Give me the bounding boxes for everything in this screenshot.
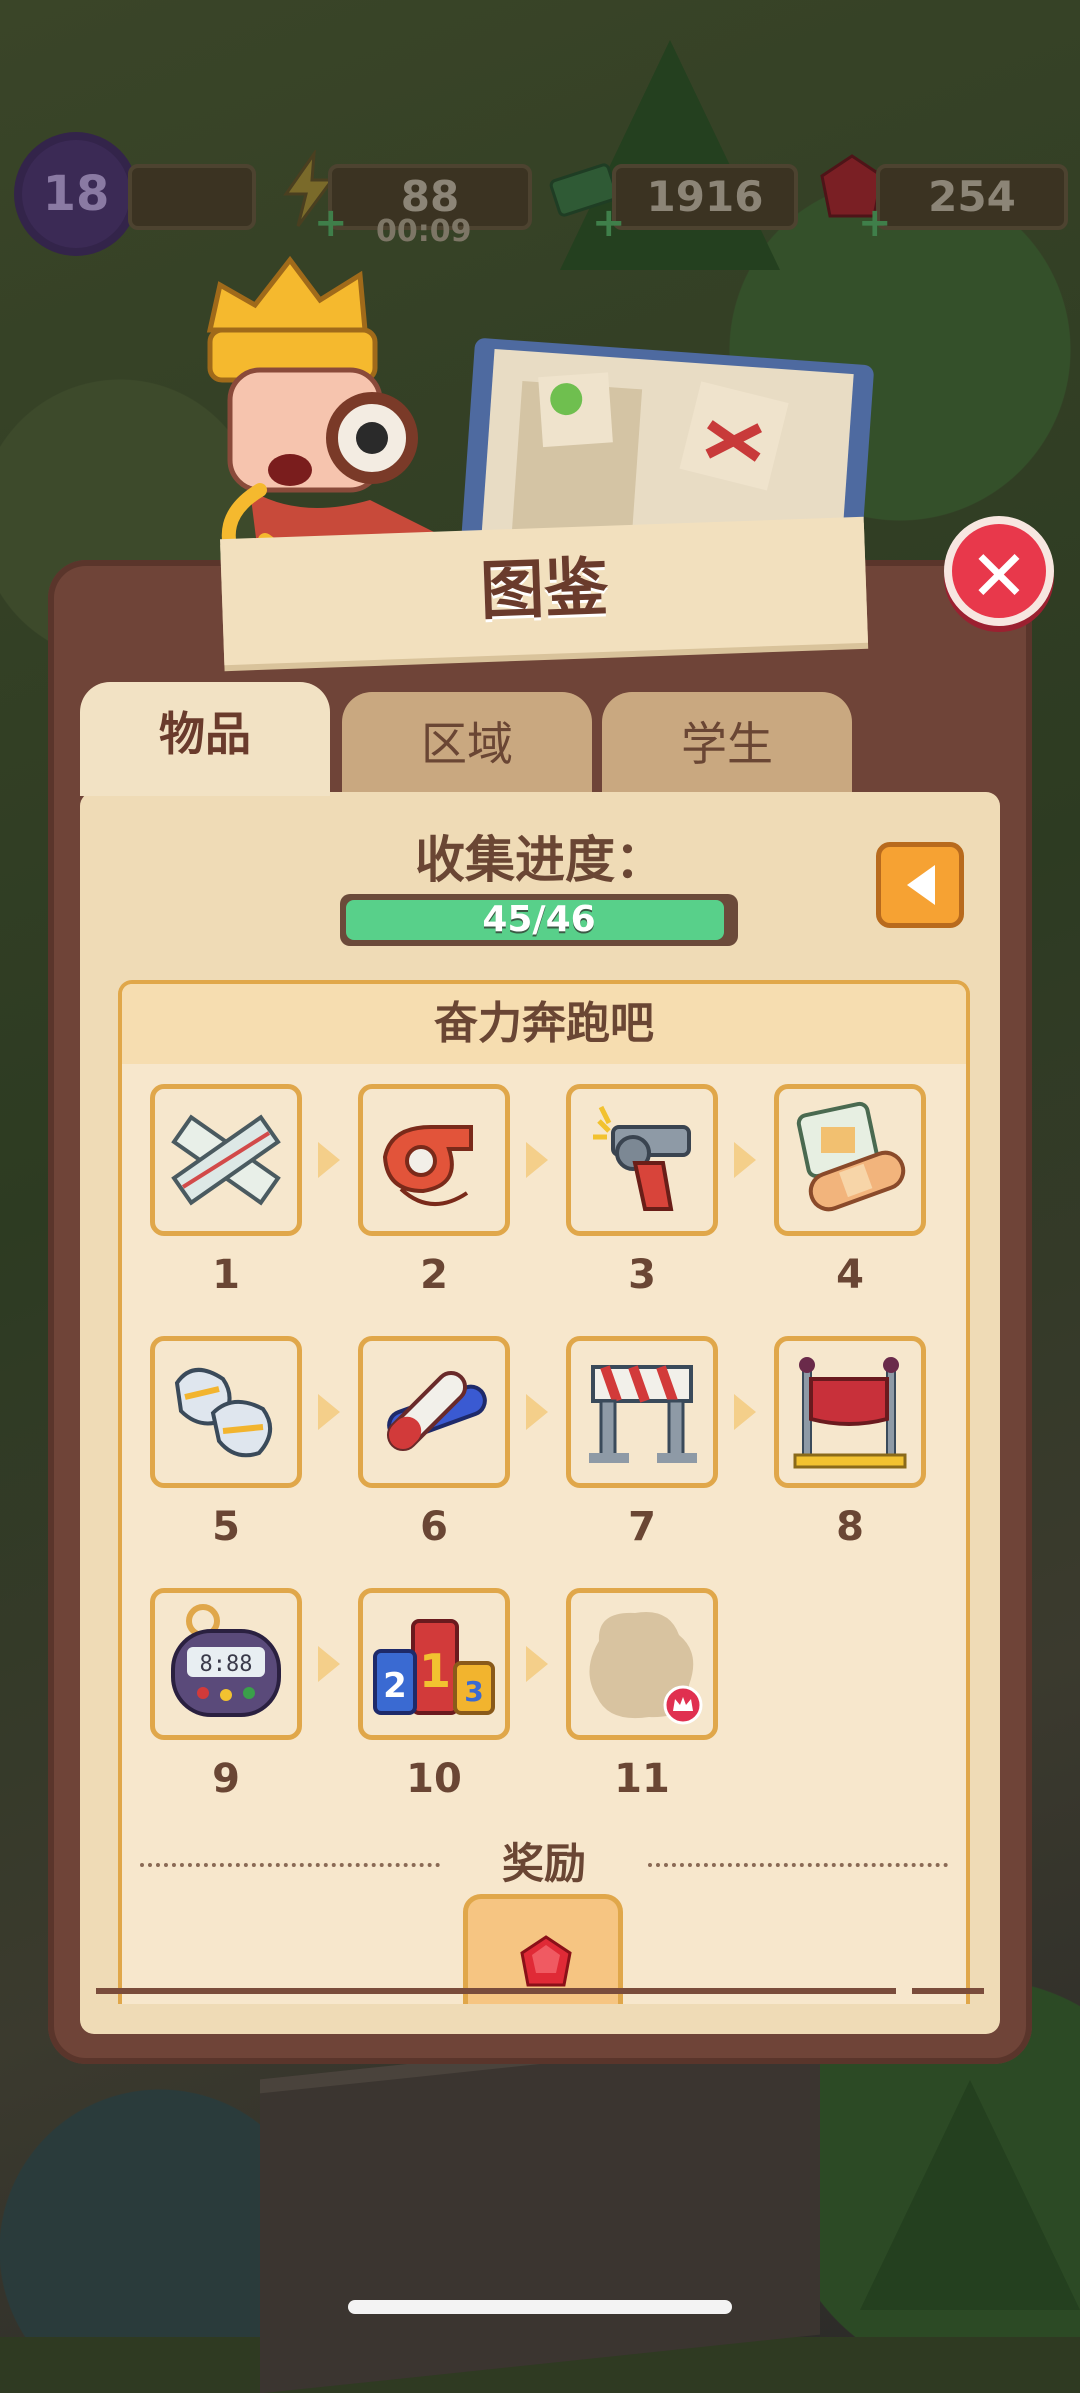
- item-slot[interactable]: [774, 1084, 926, 1236]
- chevron-right-icon: [526, 1646, 548, 1682]
- previous-set-button[interactable]: [876, 842, 964, 928]
- tab-students[interactable]: 学生: [602, 692, 852, 796]
- red-gem-icon: [520, 1935, 572, 1987]
- chevron-right-icon: [734, 1142, 756, 1178]
- item-slot[interactable]: 8:88: [150, 1588, 302, 1740]
- item-number: 10: [406, 1756, 462, 1802]
- item-number: 6: [420, 1504, 448, 1550]
- finish-line-icon: [793, 1357, 907, 1469]
- chevron-right-icon: [734, 1394, 756, 1430]
- item-number: 1: [212, 1252, 240, 1298]
- starting-pistol-icon: [593, 1105, 691, 1211]
- tab-areas[interactable]: 区域: [342, 692, 592, 796]
- item-set-card: 奋力奔跑吧 1 2 3 4 5 6 7 8 8:88 1 2 3 9 10 11…: [118, 980, 970, 2004]
- item-slot[interactable]: [358, 1084, 510, 1236]
- item-number: 9: [212, 1756, 240, 1802]
- race-tape-icon: [171, 1114, 281, 1206]
- tab-items[interactable]: 物品: [80, 682, 330, 796]
- whistle-icon: [382, 1125, 473, 1207]
- item-slot[interactable]: [566, 1084, 718, 1236]
- background-tree: [860, 2080, 1080, 2310]
- item-number: 5: [212, 1504, 240, 1550]
- item-number: 11: [614, 1756, 670, 1802]
- chevron-right-icon: [318, 1142, 340, 1178]
- item-set-title: 奋力奔跑吧: [122, 984, 966, 1064]
- chevron-right-icon: [526, 1394, 548, 1430]
- item-slot[interactable]: [566, 1336, 718, 1488]
- item-slot[interactable]: [150, 1336, 302, 1488]
- bandage-icon: [796, 1101, 906, 1212]
- sneakers-icon: [174, 1368, 272, 1458]
- collection-progress-label: 收集进度：: [415, 831, 665, 889]
- item-number: 2: [420, 1252, 448, 1298]
- item-number: 4: [836, 1252, 864, 1298]
- item-number: 7: [628, 1504, 656, 1550]
- item-slot[interactable]: [150, 1084, 302, 1236]
- chevron-right-icon: [526, 1142, 548, 1178]
- item-number: 3: [628, 1252, 656, 1298]
- item-slot[interactable]: [774, 1336, 926, 1488]
- podium-icon: 1 2 3: [373, 1619, 495, 1715]
- scroll-edge: [96, 1988, 896, 1994]
- item-number: 8: [836, 1504, 864, 1550]
- svg-text:2: 2: [383, 1666, 407, 1706]
- svg-text:8:88: 8:88: [200, 1652, 253, 1677]
- home-indicator[interactable]: [348, 2300, 732, 2314]
- divider-line: [648, 1863, 948, 1867]
- relay-baton-icon: [386, 1370, 487, 1452]
- item-slot[interactable]: 1 2 3: [358, 1588, 510, 1740]
- scroll-edge: [912, 1988, 984, 1994]
- svg-text:3: 3: [464, 1675, 483, 1708]
- collection-progress-text: 45/46: [482, 899, 596, 940]
- svg-text:1: 1: [419, 1644, 451, 1698]
- detective-character-illustration: [206, 255, 874, 620]
- chevron-right-icon: [318, 1646, 340, 1682]
- unknown-item-icon: [589, 1611, 703, 1725]
- hurdle-icon: [589, 1365, 697, 1463]
- background-building: [260, 2020, 820, 2393]
- stopwatch-icon: 8:88: [171, 1604, 281, 1717]
- item-slot[interactable]: [566, 1588, 718, 1740]
- reward-divider: 奖励: [140, 1839, 948, 1889]
- item-slot[interactable]: [358, 1336, 510, 1488]
- close-button[interactable]: ✕: [944, 516, 1054, 626]
- chevron-right-icon: [318, 1394, 340, 1430]
